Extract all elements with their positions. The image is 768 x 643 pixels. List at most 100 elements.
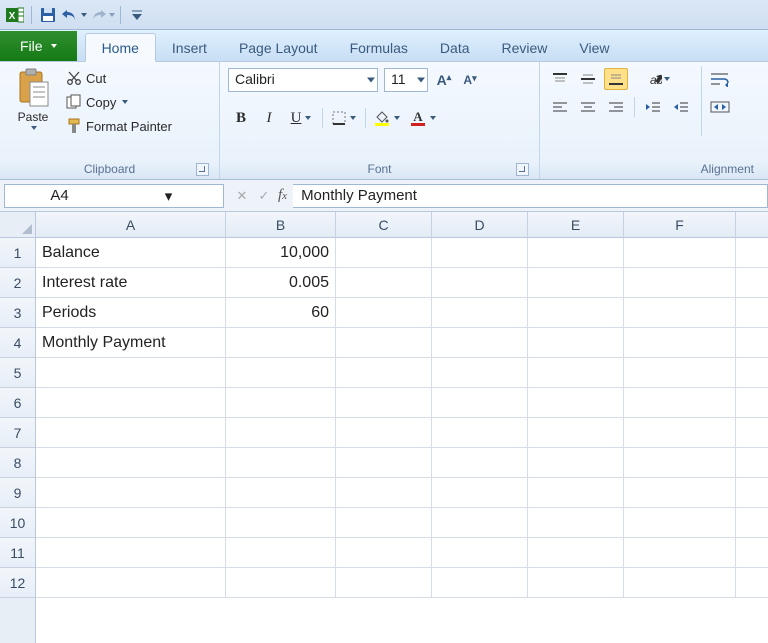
row-header[interactable]: 11 xyxy=(0,538,35,568)
column-header[interactable] xyxy=(736,212,768,238)
grow-font-button[interactable]: A▴ xyxy=(434,72,454,88)
cell-G4[interactable] xyxy=(736,328,768,358)
cell-B4[interactable] xyxy=(226,328,336,358)
dialog-launcher-icon[interactable] xyxy=(196,163,209,176)
cell-A3[interactable]: Periods xyxy=(36,298,226,328)
undo-button[interactable] xyxy=(61,4,87,26)
cell-F5[interactable] xyxy=(624,358,736,388)
cell-D11[interactable] xyxy=(432,538,528,568)
qat-customize-button[interactable] xyxy=(126,4,148,26)
align-top-button[interactable] xyxy=(548,68,572,90)
cell-C9[interactable] xyxy=(336,478,432,508)
save-button[interactable] xyxy=(37,4,59,26)
cell-A9[interactable] xyxy=(36,478,226,508)
column-header[interactable]: F xyxy=(624,212,736,238)
column-header[interactable]: D xyxy=(432,212,528,238)
cell-A7[interactable] xyxy=(36,418,226,448)
font-size-combo[interactable]: 11 xyxy=(384,68,428,92)
cell-E2[interactable] xyxy=(528,268,624,298)
increase-indent-button[interactable] xyxy=(669,96,693,118)
format-painter-button[interactable]: Format Painter xyxy=(64,114,174,138)
bold-button[interactable]: B xyxy=(228,106,254,130)
cell-D9[interactable] xyxy=(432,478,528,508)
align-left-button[interactable] xyxy=(548,96,572,118)
cell-B10[interactable] xyxy=(226,508,336,538)
cell-D4[interactable] xyxy=(432,328,528,358)
cell-A8[interactable] xyxy=(36,448,226,478)
cell-D8[interactable] xyxy=(432,448,528,478)
fill-color-button[interactable] xyxy=(370,106,404,130)
font-color-button[interactable]: A xyxy=(406,106,440,130)
cell-D6[interactable] xyxy=(432,388,528,418)
wrap-text-button[interactable] xyxy=(710,68,730,90)
cell-B2[interactable]: 0.005 xyxy=(226,268,336,298)
row-header[interactable]: 7 xyxy=(0,418,35,448)
cell-F10[interactable] xyxy=(624,508,736,538)
row-header[interactable]: 5 xyxy=(0,358,35,388)
tab-home[interactable]: Home xyxy=(85,33,156,62)
cell-D1[interactable] xyxy=(432,238,528,268)
merge-center-button[interactable] xyxy=(710,96,730,118)
cell-A1[interactable]: Balance xyxy=(36,238,226,268)
paste-button[interactable]: Paste xyxy=(8,66,58,130)
row-header[interactable]: 2 xyxy=(0,268,35,298)
cell-G8[interactable] xyxy=(736,448,768,478)
cell-E9[interactable] xyxy=(528,478,624,508)
cell-D3[interactable] xyxy=(432,298,528,328)
cell-C6[interactable] xyxy=(336,388,432,418)
cell-E10[interactable] xyxy=(528,508,624,538)
cell-C12[interactable] xyxy=(336,568,432,598)
cell-E8[interactable] xyxy=(528,448,624,478)
orientation-button[interactable]: ab xyxy=(646,68,670,90)
cut-button[interactable]: Cut xyxy=(64,66,174,90)
cell-G6[interactable] xyxy=(736,388,768,418)
cell-E12[interactable] xyxy=(528,568,624,598)
row-header[interactable]: 10 xyxy=(0,508,35,538)
align-bottom-button[interactable] xyxy=(604,68,628,90)
cell-E11[interactable] xyxy=(528,538,624,568)
cell-D5[interactable] xyxy=(432,358,528,388)
enter-icon[interactable]: ✓ xyxy=(256,188,272,204)
cell-C8[interactable] xyxy=(336,448,432,478)
cell-C3[interactable] xyxy=(336,298,432,328)
column-header[interactable]: B xyxy=(226,212,336,238)
cell-G5[interactable] xyxy=(736,358,768,388)
cell-C7[interactable] xyxy=(336,418,432,448)
name-box[interactable]: A4 ▾ xyxy=(4,184,224,208)
formula-input[interactable]: Monthly Payment xyxy=(293,184,768,208)
cell-G7[interactable] xyxy=(736,418,768,448)
cell-G9[interactable] xyxy=(736,478,768,508)
row-header[interactable]: 8 xyxy=(0,448,35,478)
cell-A2[interactable]: Interest rate xyxy=(36,268,226,298)
cell-B3[interactable]: 60 xyxy=(226,298,336,328)
tab-view[interactable]: View xyxy=(563,34,625,61)
cell-C10[interactable] xyxy=(336,508,432,538)
row-header[interactable]: 1 xyxy=(0,238,35,268)
cancel-icon[interactable]: ✕ xyxy=(234,188,250,204)
cell-B5[interactable] xyxy=(226,358,336,388)
align-right-button[interactable] xyxy=(604,96,628,118)
cell-F9[interactable] xyxy=(624,478,736,508)
italic-button[interactable]: I xyxy=(256,106,282,130)
cell-D10[interactable] xyxy=(432,508,528,538)
cell-G2[interactable] xyxy=(736,268,768,298)
cell-F12[interactable] xyxy=(624,568,736,598)
cell-B11[interactable] xyxy=(226,538,336,568)
cell-F7[interactable] xyxy=(624,418,736,448)
tab-formulas[interactable]: Formulas xyxy=(334,34,424,61)
underline-button[interactable]: U xyxy=(284,106,318,130)
column-header[interactable]: E xyxy=(528,212,624,238)
row-header[interactable]: 9 xyxy=(0,478,35,508)
tab-review[interactable]: Review xyxy=(486,34,564,61)
cell-E6[interactable] xyxy=(528,388,624,418)
cells-area[interactable]: Balance10,000Interest rate0.005Periods60… xyxy=(36,238,768,643)
borders-button[interactable] xyxy=(327,106,361,130)
tab-data[interactable]: Data xyxy=(424,34,486,61)
cell-D2[interactable] xyxy=(432,268,528,298)
cell-D7[interactable] xyxy=(432,418,528,448)
cell-B12[interactable] xyxy=(226,568,336,598)
cell-E3[interactable] xyxy=(528,298,624,328)
cell-A5[interactable] xyxy=(36,358,226,388)
cell-A11[interactable] xyxy=(36,538,226,568)
cell-G3[interactable] xyxy=(736,298,768,328)
